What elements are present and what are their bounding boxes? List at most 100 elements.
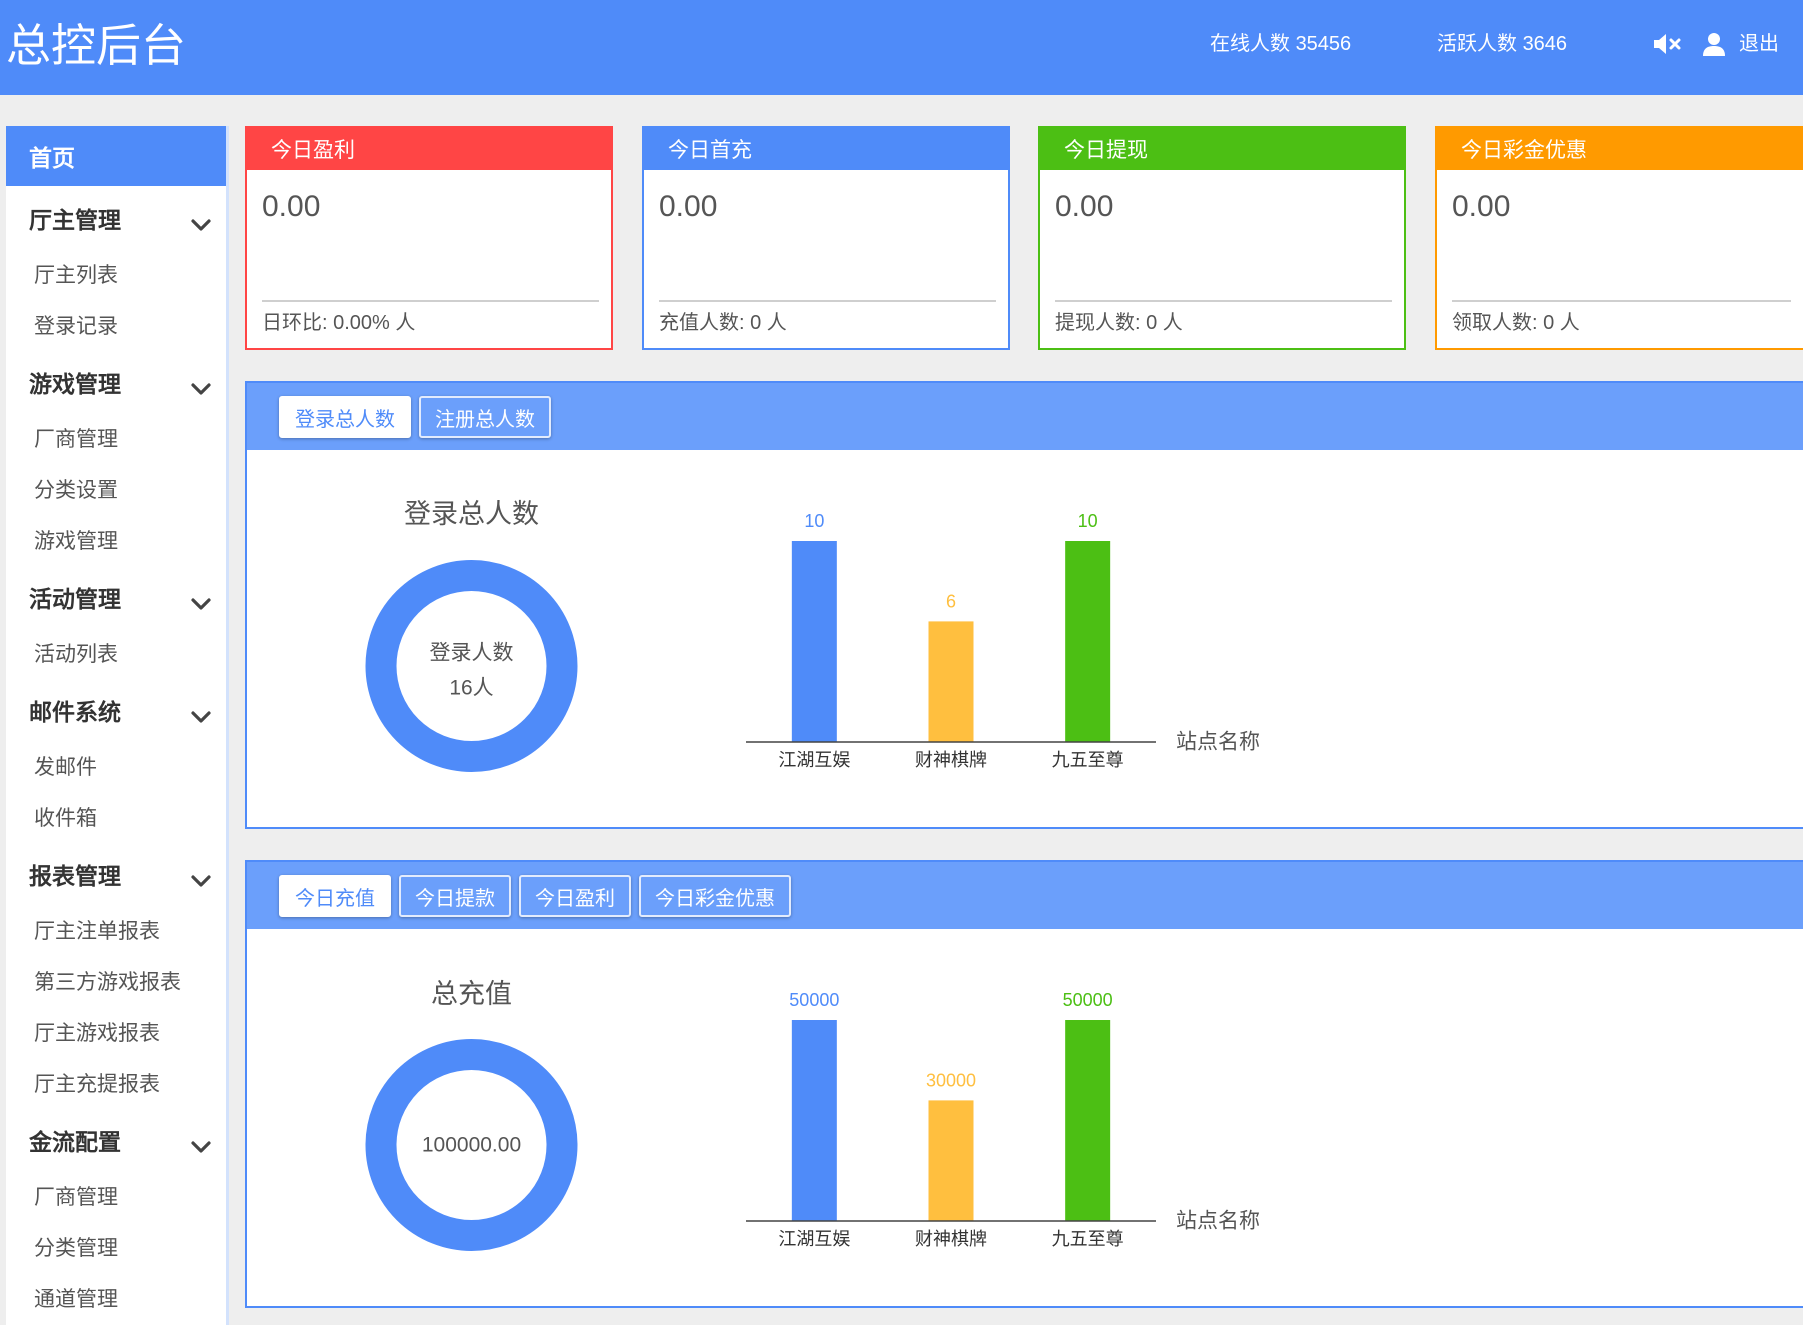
donut-center-value: 100000.00 — [422, 1134, 521, 1157]
donut-ring — [365, 560, 578, 772]
sidebar-group-activities[interactable]: 活动管理 — [6, 565, 226, 627]
bar — [1065, 541, 1111, 742]
tab-total-logins[interactable]: 登录总人数 — [279, 396, 411, 438]
online-count: 在线人数 35456 — [1210, 32, 1351, 56]
sidebar-item-hall-owner-list[interactable]: 厅主列表 — [6, 248, 226, 299]
finance-stats-panel: 今日充值 今日提款 今日盈利 今日彩金优惠 总充值 100000.00 5000… — [245, 860, 1803, 1308]
bar — [928, 621, 974, 742]
sidebar-group-games[interactable]: 游戏管理 — [6, 350, 226, 412]
x-tick-label: 财神棋牌 — [915, 1229, 987, 1249]
chevron-down-icon — [190, 211, 212, 231]
x-axis-title: 站点名称 — [1176, 731, 1260, 754]
sidebar-group-label: 邮件系统 — [29, 699, 121, 725]
app-title: 总控后台 — [6, 20, 187, 71]
bar — [791, 1020, 837, 1221]
sidebar-item-game-management[interactable]: 游戏管理 — [6, 514, 226, 565]
sidebar-item-hall-game-report[interactable]: 厅主游戏报表 — [6, 1006, 226, 1057]
divider — [659, 300, 996, 302]
x-tick-label: 九五至尊 — [1052, 750, 1124, 770]
stat-card-withdrawal: 今日提现 0.00 提现人数: 0 人 — [1038, 126, 1406, 350]
login-chart-area: 登录总人数 登录人数 16人 10 6 10 江湖互娱 财神棋牌 九五至尊 站点… — [365, 499, 1260, 772]
stat-card-first-deposit: 今日首充 0.00 充值人数: 0 人 — [642, 126, 1010, 350]
sidebar-item-third-party-game-report[interactable]: 第三方游戏报表 — [6, 955, 226, 1006]
sidebar-item-inbox[interactable]: 收件箱 — [6, 791, 226, 842]
sidebar-item-payment-categories[interactable]: 分类管理 — [6, 1221, 226, 1272]
sidebar-group-label: 厅主管理 — [29, 207, 121, 233]
x-tick-label: 财神棋牌 — [915, 750, 987, 770]
deposit-bar-chart: 50000 30000 50000 江湖互娱 财神棋牌 九五至尊 站点名称 — [746, 990, 1260, 1249]
sidebar-item-hall-bet-report[interactable]: 厅主注单报表 — [6, 904, 226, 955]
stat-card-bonus: 今日彩金优惠 0.00 领取人数: 0 人 — [1435, 126, 1803, 350]
sidebar-item-home[interactable]: 首页 — [6, 126, 226, 186]
sidebar-group-mail[interactable]: 邮件系统 — [6, 678, 226, 740]
stat-card-title: 今日盈利 — [247, 128, 611, 170]
login-bar-chart: 10 6 10 江湖互娱 财神棋牌 九五至尊 站点名称 — [746, 511, 1260, 770]
divider — [1055, 300, 1392, 302]
logout-button[interactable]: 退出 — [1739, 32, 1779, 56]
active-count-label: 活跃人数 — [1437, 33, 1517, 55]
panel-header: 登录总人数 注册总人数 — [247, 383, 1803, 450]
x-tick-label: 九五至尊 — [1052, 1229, 1124, 1249]
sidebar-item-label: 首页 — [29, 145, 75, 171]
bar-value-label: 30000 — [926, 1070, 976, 1090]
tab-total-registrations[interactable]: 注册总人数 — [419, 396, 551, 438]
sidebar-item-login-records[interactable]: 登录记录 — [6, 299, 226, 350]
chevron-down-icon — [190, 867, 212, 887]
sidebar-group-label: 游戏管理 — [29, 371, 121, 397]
bar-value-label: 10 — [804, 511, 824, 531]
tab-today-bonus[interactable]: 今日彩金优惠 — [639, 875, 791, 917]
stat-card-title: 今日彩金优惠 — [1437, 128, 1803, 170]
sidebar-item-vendors[interactable]: 厂商管理 — [6, 412, 226, 463]
bar — [791, 541, 837, 742]
sidebar-item-send-mail[interactable]: 发邮件 — [6, 740, 226, 791]
sidebar-group-hall-owner[interactable]: 厅主管理 — [6, 186, 226, 248]
x-tick-label: 江湖互娱 — [778, 1229, 850, 1249]
sidebar-item-activity-list[interactable]: 活动列表 — [6, 627, 226, 678]
sidebar-group-payment-config[interactable]: 金流配置 — [6, 1108, 226, 1170]
sidebar-group-label: 报表管理 — [29, 863, 121, 889]
stat-card-footer: 提现人数: 0 人 — [1055, 312, 1183, 334]
bar-value-label: 50000 — [1063, 990, 1113, 1010]
stat-card-footer: 充值人数: 0 人 — [659, 312, 787, 334]
sidebar: 首页 厅主管理 厅主列表 登录记录 游戏管理 厂商管理 分类设置 游戏管理 活动… — [6, 126, 229, 1325]
chevron-down-icon — [190, 375, 212, 395]
tab-today-deposit[interactable]: 今日充值 — [279, 875, 391, 917]
bar-value-label: 10 — [1078, 511, 1098, 531]
sidebar-item-category-settings[interactable]: 分类设置 — [6, 463, 226, 514]
bar-value-label: 6 — [946, 591, 956, 611]
sidebar-item-payment-channels[interactable]: 通道管理 — [6, 1272, 226, 1323]
donut-center-value: 16人 — [449, 677, 493, 700]
online-count-label: 在线人数 — [1210, 33, 1290, 55]
donut-center-label: 登录人数 — [430, 642, 514, 665]
deposit-chart-area: 总充值 100000.00 50000 30000 50000 江湖互娱 财神棋… — [365, 979, 1260, 1251]
x-axis-title: 站点名称 — [1176, 1210, 1260, 1233]
tab-bar: 今日充值 今日提款 今日盈利 今日彩金优惠 — [279, 875, 791, 917]
sidebar-group-reports[interactable]: 报表管理 — [6, 842, 226, 904]
donut-title: 登录总人数 — [404, 499, 539, 529]
chevron-down-icon — [190, 590, 212, 610]
chevron-down-icon — [190, 1133, 212, 1153]
tab-bar: 登录总人数 注册总人数 — [279, 396, 551, 438]
mute-icon[interactable] — [1654, 33, 1684, 60]
tab-today-profit[interactable]: 今日盈利 — [519, 875, 631, 917]
x-tick-label: 江湖互娱 — [778, 750, 850, 770]
sidebar-item-payment-vendors[interactable]: 厂商管理 — [6, 1170, 226, 1221]
divider — [1452, 300, 1791, 302]
stat-card-title: 今日提现 — [1040, 128, 1404, 170]
stat-card-value: 0.00 — [1055, 190, 1114, 223]
panel-header: 今日充值 今日提款 今日盈利 今日彩金优惠 — [247, 862, 1803, 929]
user-icon[interactable] — [1702, 32, 1726, 61]
sidebar-group-label: 金流配置 — [29, 1129, 121, 1155]
online-count-value: 35456 — [1295, 33, 1352, 55]
top-bar: 总控后台 在线人数 35456 活跃人数 3646 退出 — [0, 0, 1803, 95]
sidebar-item-hall-deposit-withdraw-report[interactable]: 厅主充提报表 — [6, 1057, 226, 1108]
stat-card-value: 0.00 — [1452, 190, 1511, 223]
stat-card-today-profit: 今日盈利 0.00 日环比: 0.00% 人 — [245, 126, 613, 350]
stat-card-title: 今日首充 — [644, 128, 1008, 170]
active-count: 活跃人数 3646 — [1437, 32, 1567, 56]
stat-card-footer: 领取人数: 0 人 — [1452, 312, 1580, 334]
bar-value-label: 50000 — [789, 990, 839, 1010]
tab-today-withdrawal[interactable]: 今日提款 — [399, 875, 511, 917]
divider — [262, 300, 599, 302]
stat-card-footer: 日环比: 0.00% 人 — [262, 312, 416, 334]
